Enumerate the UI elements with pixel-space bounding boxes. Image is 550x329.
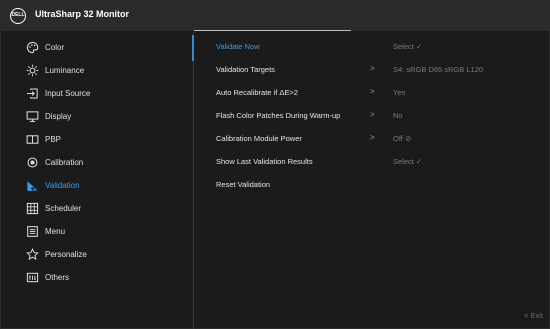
monitor-title: UltraSharp 32 Monitor bbox=[35, 9, 130, 19]
chevron-right-icon: > bbox=[370, 87, 375, 96]
nav-label-pbp: PBP bbox=[45, 134, 62, 144]
row-label: Auto Recalibrate if ΔE>2 bbox=[216, 88, 298, 97]
nav-label-luminance: Luminance bbox=[45, 65, 85, 75]
nav-label-personalize: Personalize bbox=[45, 249, 87, 259]
nav-item-luminance[interactable]: Luminance bbox=[1, 59, 191, 81]
nav-item-validation[interactable]: Validation bbox=[1, 174, 191, 196]
exit-button[interactable]: < Exit bbox=[524, 311, 543, 320]
row-reset-validation[interactable]: Reset Validation bbox=[194, 174, 549, 196]
osd-header: DELL UltraSharp 32 Monitor bbox=[1, 1, 549, 31]
row-validation-targets[interactable]: Validation Targets > S4: sRGB D65 sRGB L… bbox=[194, 59, 549, 81]
validation-icon bbox=[25, 178, 39, 192]
header-underline bbox=[194, 30, 351, 31]
dell-logo: DELL bbox=[10, 8, 26, 24]
row-label: Calibration Module Power bbox=[216, 134, 302, 143]
nav-label-input-source: Input Source bbox=[45, 88, 91, 98]
chevron-right-icon: > bbox=[370, 64, 375, 73]
nav-item-color[interactable]: Color bbox=[1, 36, 191, 58]
menu-icon bbox=[25, 224, 39, 238]
color-palette-icon bbox=[25, 40, 39, 54]
scheduler-icon bbox=[25, 201, 39, 215]
row-label: Flash Color Patches During Warm-up bbox=[216, 111, 341, 120]
row-calibration-module-power[interactable]: Calibration Module Power > Off ⊘ bbox=[194, 128, 549, 150]
row-value: Yes bbox=[393, 88, 406, 97]
nav-item-pbp[interactable]: PBP bbox=[1, 128, 191, 150]
nav-label-calibration: Calibration bbox=[45, 157, 84, 167]
nav-item-menu[interactable]: Menu bbox=[1, 220, 191, 242]
row-value: Select ✓ bbox=[393, 42, 423, 51]
sun-icon bbox=[25, 63, 39, 77]
star-icon bbox=[25, 247, 39, 261]
nav-label-menu: Menu bbox=[45, 226, 66, 236]
nav-item-input-source[interactable]: Input Source bbox=[1, 82, 191, 104]
nav-label-validation: Validation bbox=[45, 180, 80, 190]
row-label: Reset Validation bbox=[216, 180, 271, 189]
row-value: No bbox=[393, 111, 403, 120]
others-icon bbox=[25, 270, 39, 284]
row-auto-recalibrate[interactable]: Auto Recalibrate if ΔE>2 > Yes bbox=[194, 82, 549, 104]
row-validate-now[interactable]: Validate Now Select ✓ bbox=[194, 36, 549, 58]
nav-item-others[interactable]: Others bbox=[1, 266, 191, 288]
nav-item-display[interactable]: Display bbox=[1, 105, 191, 127]
chevron-right-icon: > bbox=[370, 133, 375, 142]
row-label: Validation Targets bbox=[216, 65, 275, 74]
row-label: Show Last Validation Results bbox=[216, 157, 313, 166]
calibration-icon bbox=[25, 155, 39, 169]
nav-item-personalize[interactable]: Personalize bbox=[1, 243, 191, 265]
chevron-right-icon: > bbox=[370, 110, 375, 119]
display-icon bbox=[25, 109, 39, 123]
row-label: Validate Now bbox=[216, 42, 260, 51]
pbp-icon bbox=[25, 132, 39, 146]
nav-item-calibration[interactable]: Calibration bbox=[1, 151, 191, 173]
nav-label-others: Others bbox=[45, 272, 70, 282]
nav-item-scheduler[interactable]: Scheduler bbox=[1, 197, 191, 219]
row-flash-color-patches[interactable]: Flash Color Patches During Warm-up > No bbox=[194, 105, 549, 127]
input-source-icon bbox=[25, 86, 39, 100]
row-value: S4: sRGB D65 sRGB L120 bbox=[393, 65, 484, 74]
nav-label-display: Display bbox=[45, 111, 72, 121]
monitor-osd-menu: DELL UltraSharp 32 Monitor Color Luminan… bbox=[0, 0, 550, 329]
nav-label-scheduler: Scheduler bbox=[45, 203, 82, 213]
row-value: Off ⊘ bbox=[393, 134, 412, 143]
row-value: Select ✓ bbox=[393, 157, 423, 166]
nav-label-color: Color bbox=[45, 42, 65, 52]
row-show-last-results[interactable]: Show Last Validation Results Select ✓ bbox=[194, 151, 549, 173]
